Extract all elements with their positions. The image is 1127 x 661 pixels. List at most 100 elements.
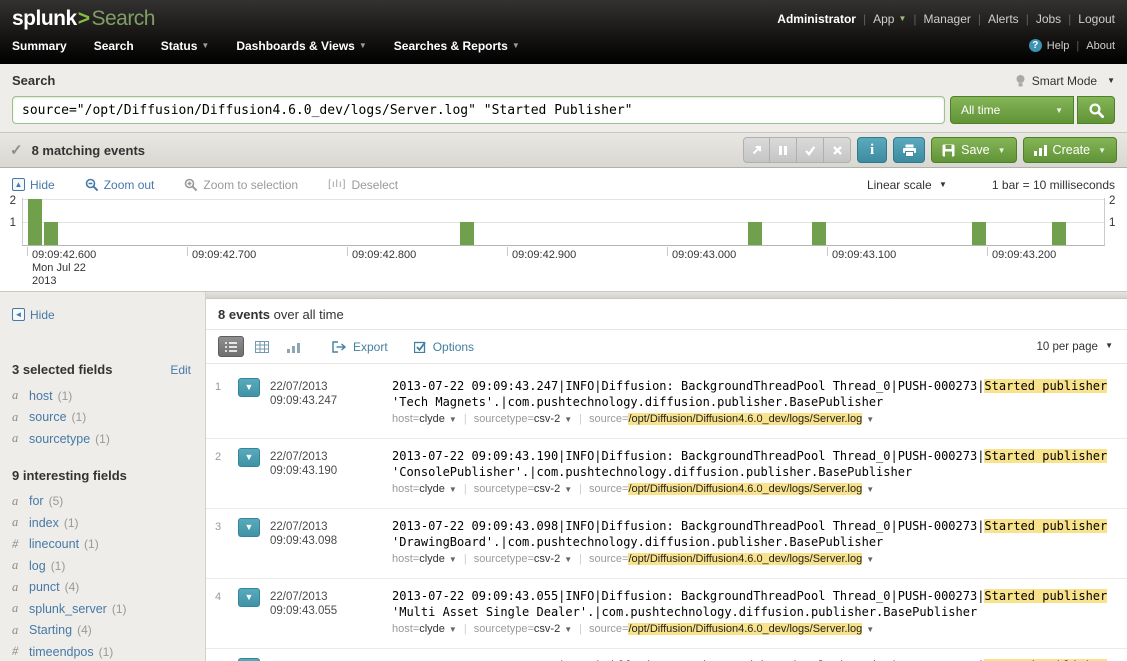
timeline-bar[interactable] xyxy=(28,199,42,245)
timeline-bar[interactable] xyxy=(972,222,986,245)
help-icon[interactable]: ? xyxy=(1029,39,1042,52)
timeline-bar[interactable] xyxy=(460,222,474,245)
splunk-logo[interactable]: splunk>Search xyxy=(12,7,155,31)
nav-searches-reports[interactable]: Searches & Reports▼ xyxy=(394,39,520,53)
table-view-button[interactable] xyxy=(249,336,275,357)
finalize-button[interactable] xyxy=(797,137,824,163)
chevron-down-icon[interactable]: ▼ xyxy=(866,485,874,494)
user-link-alerts[interactable]: Alerts xyxy=(988,12,1019,26)
event-meta: host=clyde▼|sourcetype=csv-2▼|source=/op… xyxy=(392,481,1115,498)
field-link-index[interactable]: index xyxy=(29,516,59,530)
pause-button[interactable] xyxy=(770,137,797,163)
smart-mode-selector[interactable]: Smart Mode ▼ xyxy=(1015,74,1115,88)
meta-value[interactable]: csv-2 xyxy=(534,553,560,565)
sidebar-hide-link[interactable]: ◄ Hide xyxy=(12,308,55,322)
cancel-button[interactable] xyxy=(824,137,851,163)
chevron-down-icon[interactable]: ▼ xyxy=(449,625,457,634)
user-link-jobs[interactable]: Jobs xyxy=(1036,12,1061,26)
options-link[interactable]: Options xyxy=(414,340,474,354)
timeline-plot[interactable] xyxy=(22,198,1105,246)
field-link-sourcetype[interactable]: sourcetype xyxy=(29,432,90,446)
per-page-selector[interactable]: 10 per page ▼ xyxy=(1036,341,1113,353)
timeline-bar[interactable] xyxy=(1052,222,1066,245)
field-type-icon: a xyxy=(12,494,29,509)
list-view-button[interactable] xyxy=(218,336,244,357)
send-to-background-button[interactable] xyxy=(743,137,770,163)
search-input[interactable] xyxy=(12,96,945,124)
event-row: 4▼22/07/2013 09:09:43.0552013-07-22 09:0… xyxy=(206,579,1127,649)
user-link-logout[interactable]: Logout xyxy=(1078,12,1115,26)
axis-tick xyxy=(507,247,508,256)
meta-value[interactable]: clyde xyxy=(419,623,445,635)
create-button[interactable]: Create ▼ xyxy=(1023,137,1117,163)
event-expand-button[interactable]: ▼ xyxy=(238,518,260,537)
chevron-down-icon[interactable]: ▼ xyxy=(866,415,874,424)
separator: | xyxy=(913,12,916,26)
meta-value[interactable]: /opt/Diffusion/Diffusion4.6.0_dev/logs/S… xyxy=(628,553,862,565)
chevron-down-icon[interactable]: ▼ xyxy=(449,415,457,424)
fields-sidebar: ◄ Hide 3 selected fields Edit ahost(1)as… xyxy=(0,292,205,661)
chevron-down-icon[interactable]: ▼ xyxy=(866,555,874,564)
field-link-splunk-server[interactable]: splunk_server xyxy=(29,602,107,616)
field-link-starting[interactable]: Starting xyxy=(29,623,72,637)
nav-summary[interactable]: Summary xyxy=(12,39,67,53)
meta-value[interactable]: csv-2 xyxy=(534,413,560,425)
user-link-manager[interactable]: Manager xyxy=(924,12,971,26)
export-link[interactable]: Export xyxy=(332,340,388,354)
save-button[interactable]: Save ▼ xyxy=(931,137,1016,163)
field-link-source[interactable]: source xyxy=(29,410,67,424)
chevron-down-icon[interactable]: ▼ xyxy=(449,555,457,564)
field-link-timeendpos[interactable]: timeendpos xyxy=(29,645,94,659)
logo-brand: splunk xyxy=(12,7,77,30)
field-link-host[interactable]: host xyxy=(29,389,53,403)
meta-value[interactable]: csv-2 xyxy=(534,623,560,635)
y-axis-label-left-1: 1 xyxy=(2,217,16,229)
done-check-icon: ✓ xyxy=(10,141,23,159)
chevron-down-icon[interactable]: ▼ xyxy=(564,625,572,634)
meta-value[interactable]: clyde xyxy=(419,483,445,495)
nav-status[interactable]: Status▼ xyxy=(161,39,210,53)
meta-value[interactable]: clyde xyxy=(419,413,445,425)
job-inspector-button[interactable]: i xyxy=(857,137,887,163)
help-link[interactable]: Help xyxy=(1047,40,1070,52)
time-range-button[interactable]: All time ▼ xyxy=(950,96,1074,124)
meta-value[interactable]: /opt/Diffusion/Diffusion4.6.0_dev/logs/S… xyxy=(628,483,862,495)
field-count: (1) xyxy=(72,410,87,424)
chevron-down-icon[interactable]: ▼ xyxy=(564,555,572,564)
user-link-app[interactable]: App▼ xyxy=(873,12,906,26)
event-expand-button[interactable]: ▼ xyxy=(238,588,260,607)
meta-value[interactable]: csv-2 xyxy=(534,483,560,495)
meta-label: source= xyxy=(589,553,628,565)
field-link-for[interactable]: for xyxy=(29,494,44,508)
chevron-down-icon[interactable]: ▼ xyxy=(564,485,572,494)
chevron-down-icon[interactable]: ▼ xyxy=(866,625,874,634)
field-link-linecount[interactable]: linecount xyxy=(29,537,79,551)
chevron-down-icon: ▼ xyxy=(1105,341,1113,350)
meta-value[interactable]: /opt/Diffusion/Diffusion4.6.0_dev/logs/S… xyxy=(628,623,862,635)
meta-value[interactable]: /opt/Diffusion/Diffusion4.6.0_dev/logs/S… xyxy=(628,413,862,425)
timeline-bar[interactable] xyxy=(812,222,826,245)
chevron-down-icon[interactable]: ▼ xyxy=(449,485,457,494)
zoom-out-link[interactable]: Zoom out xyxy=(85,178,155,192)
meta-label: source= xyxy=(589,413,628,425)
chevron-down-icon[interactable]: ▼ xyxy=(564,415,572,424)
event-expand-button[interactable]: ▼ xyxy=(238,448,260,467)
timeline-bar[interactable] xyxy=(44,222,58,245)
chevron-down-icon: ▼ xyxy=(1055,106,1063,115)
meta-value[interactable]: clyde xyxy=(419,553,445,565)
timeline-hide-link[interactable]: ▲ Hide xyxy=(12,178,55,192)
timeline-bar[interactable] xyxy=(748,222,762,245)
event-raw-line2: 'DrawingBoard'.|com.pushtechnology.diffu… xyxy=(392,534,1115,550)
chart-view-button[interactable] xyxy=(280,336,306,357)
nav-dashboards-views[interactable]: Dashboards & Views▼ xyxy=(236,39,366,53)
event-expand-button[interactable]: ▼ xyxy=(238,378,260,397)
field-link-punct[interactable]: punct xyxy=(29,580,60,594)
field-link-log[interactable]: log xyxy=(29,559,46,573)
scale-selector[interactable]: Linear scale ▼ xyxy=(867,178,947,192)
about-link[interactable]: About xyxy=(1086,40,1115,52)
print-button[interactable] xyxy=(893,137,925,163)
search-submit-button[interactable] xyxy=(1077,96,1115,124)
nav-search[interactable]: Search xyxy=(94,39,134,53)
raw-text: 2013-07-22 09:09:43.247|INFO|Diffusion: … xyxy=(392,379,984,393)
edit-fields-link[interactable]: Edit xyxy=(170,363,191,377)
